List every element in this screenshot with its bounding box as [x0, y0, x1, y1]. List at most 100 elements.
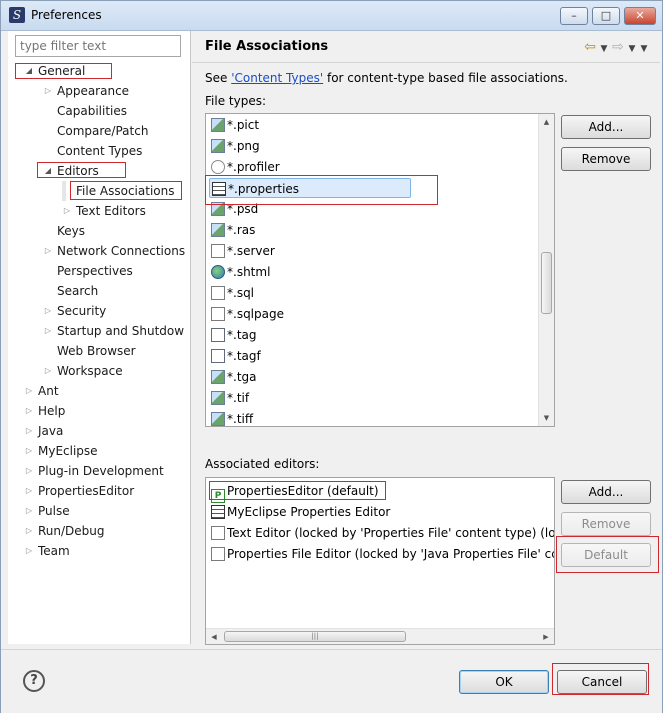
editor-row[interactable]: MyEclipse Properties Editor: [211, 502, 390, 522]
collapsed-twisty-icon[interactable]: ▷: [24, 541, 34, 561]
file-type-row[interactable]: *.profiler: [211, 157, 280, 177]
close-button[interactable]: ✕: [624, 7, 656, 25]
file-type-name: *.shtml: [227, 265, 271, 279]
ok-button[interactable]: OK: [459, 670, 549, 694]
file-type-row[interactable]: *.pict: [211, 115, 259, 135]
tree-item-label: Plug-in Development: [38, 464, 164, 478]
file-type-row[interactable]: *.sqlpage: [211, 304, 284, 324]
globe-file-icon: [211, 265, 225, 279]
file-type-name: *.server: [227, 244, 275, 258]
file-types-label: File types:: [205, 94, 266, 108]
preferences-window: S Preferences – □ ✕ ◢ General ▷ Appearance C…: [0, 0, 663, 713]
file-types-vscrollbar[interactable]: ▲ ▼: [538, 114, 554, 426]
file-type-name: *.sql: [227, 286, 255, 300]
page-title: File Associations: [205, 39, 329, 54]
img-file-icon: [211, 139, 225, 153]
file-type-name: *.ras: [227, 223, 256, 237]
text-editor-icon: [211, 526, 225, 540]
file-type-name: *.tagf: [227, 349, 261, 363]
file-type-row[interactable]: *.sql: [211, 283, 254, 303]
title-bar[interactable]: S Preferences – □ ✕: [1, 1, 662, 31]
text-editor-icon: [211, 547, 225, 561]
close-icon: ✕: [635, 9, 645, 22]
collapsed-twisty-icon[interactable]: ▷: [24, 441, 34, 461]
expanded-twisty-icon[interactable]: ◢: [24, 61, 34, 81]
tree-item-label: Editors: [57, 164, 99, 178]
file-type-row[interactable]: *.png: [211, 136, 260, 156]
minimize-button[interactable]: –: [560, 7, 588, 25]
tree-item-label: Workspace: [57, 364, 123, 378]
back-arrow-icon[interactable]: ⇦: [582, 39, 598, 55]
img-file-icon: [211, 412, 225, 426]
editors-hscrollbar[interactable]: ◀ ||| ▶: [206, 628, 554, 644]
note-prefix: See: [205, 71, 232, 85]
tree-item[interactable]: File Associations: [62, 181, 174, 201]
window-title: Preferences: [31, 8, 102, 22]
editor-name: Text Editor (locked by 'Properties File'…: [227, 526, 555, 540]
remove-editor-button[interactable]: Remove: [561, 512, 651, 536]
back-history-dropdown-icon[interactable]: ▼: [598, 44, 610, 54]
tree-item-label: Run/Debug: [38, 524, 105, 538]
file-type-row[interactable]: *.tiff: [211, 409, 253, 426]
default-editor-button[interactable]: Default: [561, 543, 651, 567]
img-file-icon: [211, 391, 225, 405]
add-file-type-button[interactable]: Add...: [561, 115, 651, 139]
filter-input[interactable]: [15, 35, 181, 57]
file-type-row[interactable]: *.server: [211, 241, 275, 261]
preference-tree-pane: ◢ General ▷ Appearance Capabilities Compare/P…: [8, 31, 191, 644]
content-types-link[interactable]: 'Content Types': [231, 71, 323, 85]
collapsed-twisty-icon[interactable]: ▷: [43, 81, 53, 101]
collapsed-twisty-icon[interactable]: ▷: [24, 381, 34, 401]
view-menu-icon[interactable]: ▼: [638, 44, 650, 54]
scroll-down-icon[interactable]: ▼: [539, 410, 554, 426]
file-type-row[interactable]: *.properties: [209, 178, 411, 198]
content-types-note: See 'Content Types' for content-type bas…: [205, 71, 568, 85]
file-type-row[interactable]: *.tagf: [211, 346, 261, 366]
file-type-row[interactable]: *.tif: [211, 388, 249, 408]
collapsed-twisty-icon[interactable]: ▷: [24, 461, 34, 481]
jf-file-icon: [211, 349, 225, 363]
editor-row[interactable]: P PropertiesEditor (default): [211, 481, 379, 503]
expanded-twisty-icon[interactable]: ◢: [43, 161, 53, 181]
file-type-row[interactable]: *.shtml: [211, 262, 270, 282]
file-type-row[interactable]: *.ras: [211, 220, 255, 240]
scroll-up-icon[interactable]: ▲: [539, 114, 554, 130]
editor-row[interactable]: Properties File Editor (locked by 'Java …: [211, 544, 555, 564]
tree-item-label: Content Types: [57, 144, 143, 158]
add-editor-button[interactable]: Add...: [561, 480, 651, 504]
collapsed-twisty-icon[interactable]: ▷: [43, 361, 53, 381]
table-editor-icon: [211, 505, 225, 519]
collapsed-twisty-icon[interactable]: ▷: [43, 241, 53, 261]
editor-row[interactable]: Text Editor (locked by 'Properties File'…: [211, 523, 555, 543]
collapsed-twisty-icon[interactable]: ▷: [62, 201, 72, 221]
scroll-thumb[interactable]: [541, 252, 552, 314]
tree-item-label: Security: [57, 304, 107, 318]
collapsed-twisty-icon[interactable]: ▷: [24, 401, 34, 421]
hscroll-thumb[interactable]: |||: [224, 631, 406, 642]
doc-file-icon: [211, 307, 225, 321]
remove-file-type-button[interactable]: Remove: [561, 147, 651, 171]
maximize-button[interactable]: □: [592, 7, 620, 25]
file-type-row[interactable]: *.tga: [211, 367, 257, 387]
tbl-file-icon: [212, 182, 226, 196]
scroll-left-icon[interactable]: ◀: [206, 629, 222, 644]
collapsed-twisty-icon[interactable]: ▷: [24, 521, 34, 541]
tree-item-label: Web Browser: [57, 344, 136, 358]
cancel-button[interactable]: Cancel: [557, 670, 647, 694]
forward-history-dropdown-icon[interactable]: ▼: [626, 44, 638, 54]
associated-editors-list[interactable]: P PropertiesEditor (default) MyEclipse Pro…: [205, 477, 555, 645]
forward-arrow-icon[interactable]: ⇨: [610, 39, 626, 55]
file-types-list[interactable]: *.pict *.png *.profiler *.properties *.psd *.…: [205, 113, 555, 427]
collapsed-twisty-icon[interactable]: ▷: [24, 481, 34, 501]
help-icon[interactable]: ?: [23, 670, 45, 692]
tree-item-label: Java: [38, 424, 64, 438]
collapsed-twisty-icon[interactable]: ▷: [43, 301, 53, 321]
collapsed-twisty-icon[interactable]: ▷: [24, 501, 34, 521]
editor-name: Properties File Editor (locked by 'Java …: [227, 547, 555, 561]
scroll-right-icon[interactable]: ▶: [538, 629, 554, 644]
file-type-row[interactable]: *.tag: [211, 325, 257, 345]
collapsed-twisty-icon[interactable]: ▷: [24, 421, 34, 441]
file-type-row[interactable]: *.psd: [211, 199, 258, 219]
collapsed-twisty-icon[interactable]: ▷: [43, 321, 53, 341]
title-separator: [192, 62, 660, 63]
